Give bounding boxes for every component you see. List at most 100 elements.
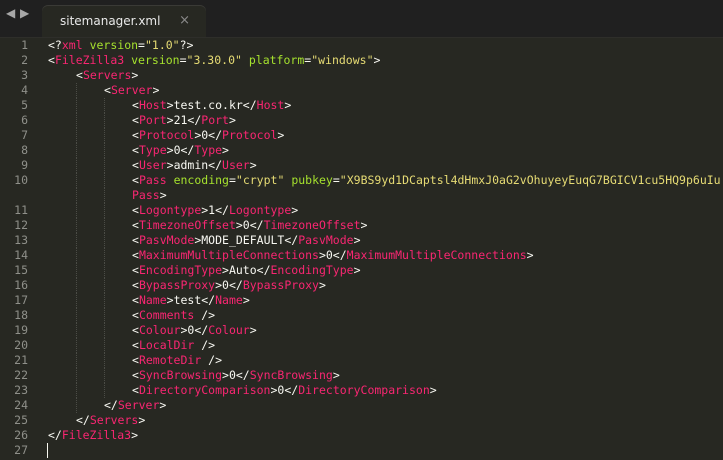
indent-guide — [104, 323, 105, 338]
code-line[interactable]: 2 <FileZilla3 version="3.30.0" platform="… — [0, 53, 723, 68]
code-line[interactable]: 21 <RemoteDir /> — [0, 353, 723, 368]
code-token: Protocol — [222, 128, 278, 142]
code-token: Name — [138, 293, 167, 307]
code-text: <PasvMode>MODE_DEFAULT</PasvMode> — [132, 233, 361, 248]
code-text: <Name>test</Name> — [132, 293, 250, 308]
line-number: 14 — [14, 248, 28, 262]
indent-guide — [104, 188, 105, 203]
code-line[interactable]: 10 <Pass encoding="crypt" pubkey="X9BS9yd… — [0, 173, 723, 188]
chevron-right-icon[interactable]: ▶ — [20, 6, 29, 20]
code-line[interactable]: 23 <DirectoryComparison>0</DirectoryCompa… — [0, 383, 723, 398]
code-line[interactable]: 24 </Server> — [0, 398, 723, 413]
code-editor[interactable]: 1 <?xml version="1.0"?> 2 <FileZilla3 versi… — [0, 38, 723, 460]
code-line[interactable]: 12 <TimezoneOffset>0</TimezoneOffset> — [0, 218, 723, 233]
line-number: 8 — [21, 143, 28, 157]
code-text: <Servers> — [76, 68, 138, 83]
line-number: 25 — [14, 413, 28, 427]
code-token: PasvMode — [138, 233, 195, 247]
code-line[interactable]: 22 <SyncBrowsing>0</SyncBrowsing> — [0, 368, 723, 383]
code-line[interactable]: 7 <Protocol>0</Protocol> — [0, 128, 723, 143]
indent-guide — [76, 398, 77, 413]
code-token: > — [353, 233, 361, 247]
code-line[interactable]: 16 <BypassProxy>0</BypassProxy> — [0, 278, 723, 293]
code-line[interactable]: Pass> — [0, 188, 723, 203]
code-token: > — [222, 143, 229, 157]
indent-guide — [104, 293, 105, 308]
indent-guide — [104, 113, 105, 128]
code-line[interactable]: 3 <Servers> — [0, 68, 723, 83]
code-line[interactable]: 20 <LocalDir /> — [0, 338, 723, 353]
code-token: <? — [48, 38, 62, 52]
code-text: <Protocol>0</Protocol> — [132, 128, 284, 143]
code-token: </ — [48, 428, 62, 442]
code-token: < — [132, 338, 139, 352]
tab-sitemanager[interactable]: sitemanager.xml × — [42, 6, 206, 37]
code-token: </ — [76, 413, 90, 427]
chevron-left-icon[interactable]: ◀ — [6, 6, 15, 20]
code-text: <Logontype>1</Logontype> — [132, 203, 298, 218]
code-token: /> — [201, 353, 223, 367]
code-line[interactable]: 4 <Server> — [0, 83, 723, 98]
code-token: = — [228, 173, 236, 187]
code-token: Colour — [138, 323, 181, 337]
code-line[interactable]: 5 <Host>test.co.kr</Host> — [0, 98, 723, 113]
code-line[interactable]: 11 <Logontype>1</Logontype> — [0, 203, 723, 218]
code-token: < — [132, 218, 139, 232]
code-text: <Comments /> — [132, 308, 215, 323]
code-token: "X9BS9yd1DCaptsl4dHmxJ0aG2vOhuyeyEuqG7BG… — [339, 173, 721, 187]
line-number: 21 — [14, 353, 28, 367]
code-line[interactable]: 18 <Comments /> — [0, 308, 723, 323]
code-line[interactable]: 9 <User>admin</User> — [0, 158, 723, 173]
indent-guide — [104, 173, 105, 188]
code-line[interactable]: 6 <Port>21</Port> — [0, 113, 723, 128]
line-number: 11 — [14, 203, 28, 217]
code-token: User — [222, 158, 250, 172]
code-token: > — [353, 263, 361, 277]
code-line[interactable]: 13 <PasvMode>MODE_DEFAULT</PasvMode> — [0, 233, 723, 248]
line-number: 24 — [14, 398, 28, 412]
code-token: LocalDir — [138, 338, 195, 352]
code-token: >0</ — [235, 218, 264, 232]
code-text: <TimezoneOffset>0</TimezoneOffset> — [132, 218, 367, 233]
indent-guide — [76, 158, 77, 173]
code-token: /> — [194, 338, 216, 352]
code-token: FileZilla3 — [61, 428, 132, 442]
code-token: DirectoryComparison — [298, 383, 430, 397]
code-line[interactable]: 19 <Colour>0</Colour> — [0, 323, 723, 338]
code-line[interactable]: 14 <MaximumMultipleConnections>0</Maximum… — [0, 248, 723, 263]
code-token: > — [332, 368, 340, 382]
code-text: <LocalDir /> — [132, 338, 215, 353]
line-number: 7 — [21, 128, 28, 142]
code-token: SyncBrowsing — [138, 368, 223, 382]
code-token: TimezoneOffset — [263, 218, 361, 232]
code-token: Pass — [132, 188, 160, 202]
line-number: 23 — [14, 383, 28, 397]
indent-guide — [76, 278, 77, 293]
code-line[interactable]: 1 <?xml version="1.0"?> — [0, 38, 723, 53]
line-number: 18 — [14, 308, 28, 322]
code-line[interactable]: 25 </Servers> — [0, 413, 723, 428]
code-token: "1.0" — [144, 38, 180, 52]
line-number: 5 — [21, 98, 28, 112]
code-token: Servers — [89, 413, 139, 427]
indent-guide — [76, 83, 77, 98]
code-token: "crypt" — [235, 173, 285, 187]
code-line[interactable]: 27 — [0, 443, 723, 458]
indent-guide — [76, 173, 77, 188]
code-token: < — [132, 158, 139, 172]
line-number: 12 — [14, 218, 28, 232]
code-token: BypassProxy — [242, 278, 319, 292]
code-text: <?xml version="1.0"?> — [48, 38, 193, 53]
indent-guide — [104, 353, 105, 368]
code-line[interactable]: 17 <Name>test</Name> — [0, 293, 723, 308]
code-token: = — [138, 38, 145, 52]
indent-guide — [76, 113, 77, 128]
code-token: > — [159, 398, 167, 412]
code-token: TimezoneOffset — [138, 218, 236, 232]
code-line[interactable]: 8 <Type>0</Type> — [0, 143, 723, 158]
code-line[interactable]: 15 <EncodingType>Auto</EncodingType> — [0, 263, 723, 278]
code-line[interactable]: 26 </FileZilla3> — [0, 428, 723, 443]
close-icon[interactable]: × — [179, 13, 190, 28]
indent-guide — [76, 353, 77, 368]
